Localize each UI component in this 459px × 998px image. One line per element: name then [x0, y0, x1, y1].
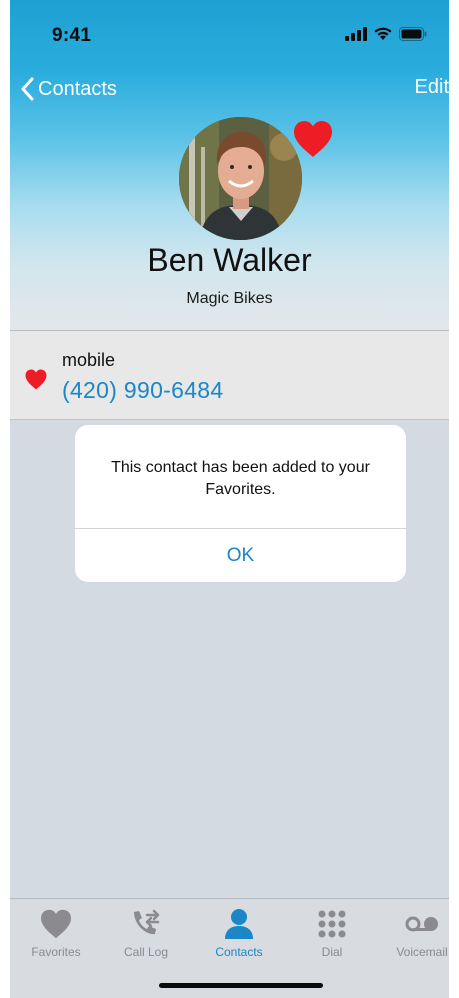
heart-icon [41, 909, 71, 939]
contact-company: Magic Bikes [186, 290, 273, 307]
favorite-heart-icon[interactable] [292, 120, 334, 158]
status-icons [345, 26, 427, 41]
favorite-added-alert: This contact has been added to your Favo… [75, 425, 406, 582]
alert-message: This contact has been added to your Favo… [111, 459, 370, 498]
contact-name: Ben Walker [147, 242, 312, 278]
tab-voicemail[interactable]: Voicemail [382, 907, 449, 963]
tab-label-voicemail: Voicemail [396, 945, 448, 959]
call-log-icon [134, 909, 160, 935]
tab-favorites[interactable]: Favorites [16, 907, 96, 963]
phone-number-row[interactable]: mobile (420) 990-6484 [10, 331, 449, 420]
phone-type-label: mobile [62, 350, 116, 370]
voicemail-icon [405, 916, 438, 932]
tab-dial[interactable]: Dial [292, 907, 372, 963]
dialpad-icon [318, 910, 346, 938]
avatar-photo [179, 117, 302, 240]
tab-label-call-log: Call Log [123, 945, 169, 959]
phone-number[interactable]: (420) 990-6484 [62, 377, 223, 404]
chevron-left-icon [21, 77, 34, 101]
contact-header: 9:41 Contacts Edit Ben Walker Magic Bike… [10, 0, 449, 331]
avatar [179, 117, 302, 240]
status-time: 9:41 [52, 25, 92, 46]
back-button[interactable]: Contacts [20, 74, 117, 104]
tab-call-log[interactable]: Call Log [106, 907, 186, 963]
tab-label-contacts: Contacts [215, 945, 263, 959]
tab-label-favorites: Favorites [31, 945, 81, 959]
person-icon [225, 909, 253, 939]
edit-button[interactable]: Edit [415, 76, 449, 99]
phone-screen: 9:41 Contacts Edit Ben Walker Magic Bike… [10, 0, 449, 998]
tab-label-dial: Dial [321, 945, 343, 959]
signal-icon [345, 26, 367, 41]
tab-contacts[interactable]: Contacts [199, 907, 279, 963]
wifi-icon [374, 27, 392, 40]
back-label: Contacts [38, 77, 117, 100]
home-indicator[interactable] [159, 983, 323, 988]
alert-ok-button[interactable]: OK [75, 529, 406, 582]
battery-icon [399, 26, 427, 41]
status-bar: 9:41 [10, 0, 449, 70]
favorite-heart-icon [25, 369, 47, 390]
